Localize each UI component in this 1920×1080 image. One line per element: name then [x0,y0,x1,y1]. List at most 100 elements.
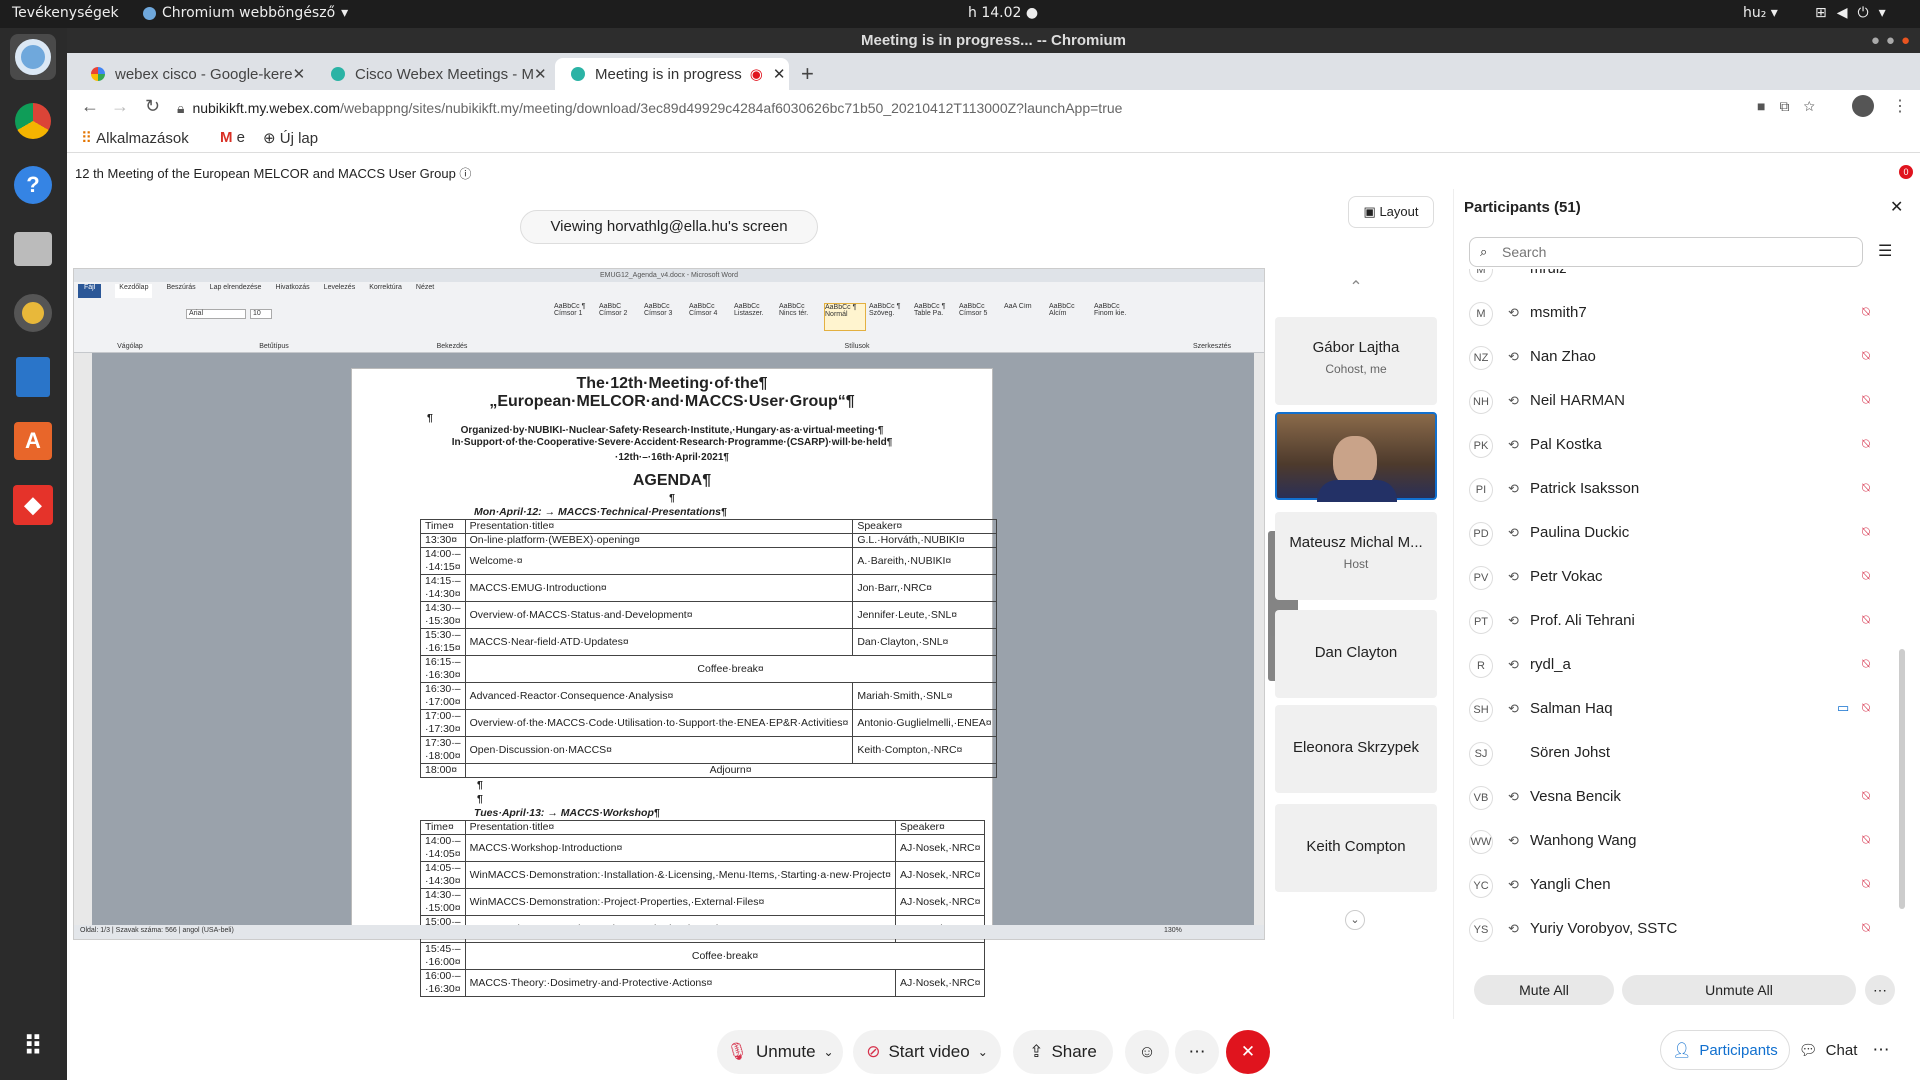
bookmark-star-icon[interactable]: ☆ [1803,98,1828,114]
app-menu[interactable]: Chromium webböngésző ▾ [143,5,348,21]
mic-muted-icon[interactable]: ⍉ [1862,612,1870,628]
word-tab-file[interactable]: Fájl [78,284,102,298]
more-options-icon[interactable]: ⋯ [1865,975,1895,1005]
writer-dock-icon[interactable] [10,354,56,400]
style-item[interactable]: AaBbCc ¶ Table Pa. [914,303,956,331]
participant-search[interactable]: ⌕ [1469,237,1863,267]
rhythmbox-dock-icon[interactable] [10,290,56,336]
video-tile[interactable]: Keith Compton [1275,804,1437,892]
sort-list-icon[interactable]: ☰ [1878,241,1892,261]
scroll-down-icon[interactable]: ⌄ [1345,910,1365,930]
omnibox-actions[interactable]: ■⧉☆ [1757,98,1829,115]
info-icon[interactable]: ⓘ [459,167,471,181]
mic-muted-icon[interactable]: ⍉ [1862,436,1870,452]
maximize-icon[interactable]: ● [1886,32,1901,49]
mic-muted-icon[interactable]: ⍉ [1862,832,1870,848]
forward-icon[interactable]: → [111,96,129,117]
style-item[interactable]: AaBbCc Nincs tér. [779,303,821,331]
participant-row[interactable]: YC ⟲ Yangli Chen ⍉ [1454,863,1914,907]
tab-meeting-in-progress[interactable]: Meeting is in progress ◉ ✕ [555,58,789,90]
search-input[interactable] [1502,242,1842,262]
font-name-box[interactable]: Arial [186,309,246,319]
word-tab-home[interactable]: Kezdőlap [115,284,153,298]
bookmark-apps[interactable]: ⠿ Alkalmazások [81,129,189,147]
bookmark-gmail[interactable]: M e [220,129,245,146]
video-tile[interactable]: Gábor Lajtha Cohost, me [1275,317,1437,405]
style-item[interactable]: AaBbCc ¶ Címsor 1 [554,303,596,331]
participant-row[interactable]: R ⟲ rydl_a ⍉ [1454,643,1914,687]
chevron-down-icon[interactable]: ⌄ [824,1045,834,1059]
files-dock-icon[interactable] [10,226,56,272]
word-scrollbar[interactable] [1254,353,1264,927]
mic-muted-icon[interactable]: ⍉ [1862,700,1870,716]
address-bar[interactable]: 🔒︎ nubikikft.my.webex.com/webappng/sites/… [177,94,1817,122]
leave-meeting-button[interactable]: ✕ [1226,1030,1270,1074]
style-item[interactable]: AaBbCc Címsor 5 [959,303,1001,331]
participants-toggle-button[interactable]: 👤︎ Participants [1660,1030,1790,1070]
layout-button[interactable]: ▣ Layout [1348,196,1434,228]
software-dock-icon[interactable]: A [10,418,56,464]
tab-webex-meetings[interactable]: Cisco Webex Meetings - M ✕ [315,58,551,90]
participant-row[interactable]: Mmruiz [1454,269,1914,291]
style-item[interactable]: AaBbCc Listaszer. [734,303,776,331]
reactions-button[interactable]: ☺ [1125,1030,1169,1074]
active-speaker-video[interactable] [1275,412,1437,502]
participant-row[interactable]: WW ⟲ Wanhong Wang ⍉ [1454,819,1914,863]
mic-muted-icon[interactable]: ⍉ [1862,524,1870,540]
reload-icon[interactable]: ↻ [145,96,160,117]
mute-all-button[interactable]: Mute All [1474,975,1614,1005]
word-tab-insert[interactable]: Beszúrás [166,284,195,298]
style-item[interactable]: AaBbCc ¶ Szöveg. [869,303,911,331]
unmute-button[interactable]: 🎙︎ Unmute ⌄ [717,1030,843,1074]
chat-button[interactable]: 💬︎ Chat [1792,1030,1864,1070]
close-tab-icon[interactable]: ✕ [773,65,786,83]
camera-icon[interactable]: ■ [1757,98,1779,114]
mic-muted-icon[interactable]: ⍉ [1862,568,1870,584]
help-dock-icon[interactable]: ? [10,162,56,208]
panel-more-icon[interactable]: ⋯ [1866,1030,1896,1070]
participant-row[interactable]: PV ⟲ Petr Vokac ⍉ [1454,555,1914,599]
style-item[interactable]: AaBbCc Alcím [1049,303,1091,331]
style-item[interactable]: AaBbCc Címsor 4 [689,303,731,331]
video-tile[interactable]: Dan Clayton [1275,610,1437,698]
participant-row[interactable]: NH ⟲ Neil HARMAN ⍉ [1454,379,1914,423]
mic-muted-icon[interactable]: ⍉ [1862,656,1870,672]
scroll-up-icon[interactable]: ⌃ [1341,277,1371,297]
window-controls[interactable]: ●●● [1871,28,1916,53]
translate-icon[interactable]: ⧉ [1779,98,1803,114]
word-tab-mailings[interactable]: Levelezés [324,284,356,298]
participant-row[interactable]: NZ ⟲ Nan Zhao ⍉ [1454,335,1914,379]
mic-muted-icon[interactable]: ⍉ [1862,920,1870,936]
participant-scrollbar[interactable] [1899,649,1905,909]
style-item[interactable]: AaBbCc Címsor 3 [644,303,686,331]
back-icon[interactable]: ← [81,96,99,117]
style-item[interactable]: AaBbCc Finom kie. [1094,303,1136,331]
bookmark-new-tab[interactable]: ⊕ Új lap [263,129,318,147]
minimize-icon[interactable]: ● [1871,32,1886,49]
close-tab-icon[interactable]: ✕ [534,65,547,83]
close-window-icon[interactable]: ● [1901,32,1916,49]
mic-muted-icon[interactable]: ⍉ [1862,348,1870,364]
participant-row[interactable]: PT ⟲ Prof. Ali Tehrani ⍉ [1454,599,1914,643]
chevron-down-icon[interactable]: ⌄ [978,1045,988,1059]
participant-row[interactable]: YS ⟲ Yuriy Vorobyov, SSTC ⍉ [1454,907,1914,951]
participant-row[interactable]: M ⟲ msmith7 ⍉ [1454,291,1914,335]
close-tab-icon[interactable]: ✕ [293,65,306,83]
video-tile[interactable]: Eleonora Skrzypek [1275,705,1437,793]
clock[interactable]: h 14.02 ● [968,5,1038,21]
font-size-box[interactable]: 10 [250,309,272,319]
start-video-button[interactable]: ⊘ Start video ⌄ [853,1030,1001,1074]
mic-muted-icon[interactable]: ⍉ [1862,392,1870,408]
participant-row[interactable]: PI ⟲ Patrick Isaksson ⍉ [1454,467,1914,511]
style-item[interactable]: AaBbC Címsor 2 [599,303,641,331]
style-item[interactable]: AaBbCc ¶ Normál [824,303,866,331]
activities-button[interactable]: Tevékenységek [12,5,119,21]
menu-kebab-icon[interactable]: ⋮ [1892,96,1908,116]
mic-muted-icon[interactable]: ⍉ [1862,304,1870,320]
new-tab-button[interactable]: + [795,58,825,90]
profile-avatar-icon[interactable] [1852,95,1874,117]
participant-row[interactable]: SJ Sören Johst [1454,731,1914,775]
participant-row[interactable]: PK ⟲ Pal Kostka ⍉ [1454,423,1914,467]
participant-row[interactable]: SH ⟲ Salman Haq ▭ ⍉ [1454,687,1914,731]
notification-badge[interactable]: 0 [1899,165,1913,179]
